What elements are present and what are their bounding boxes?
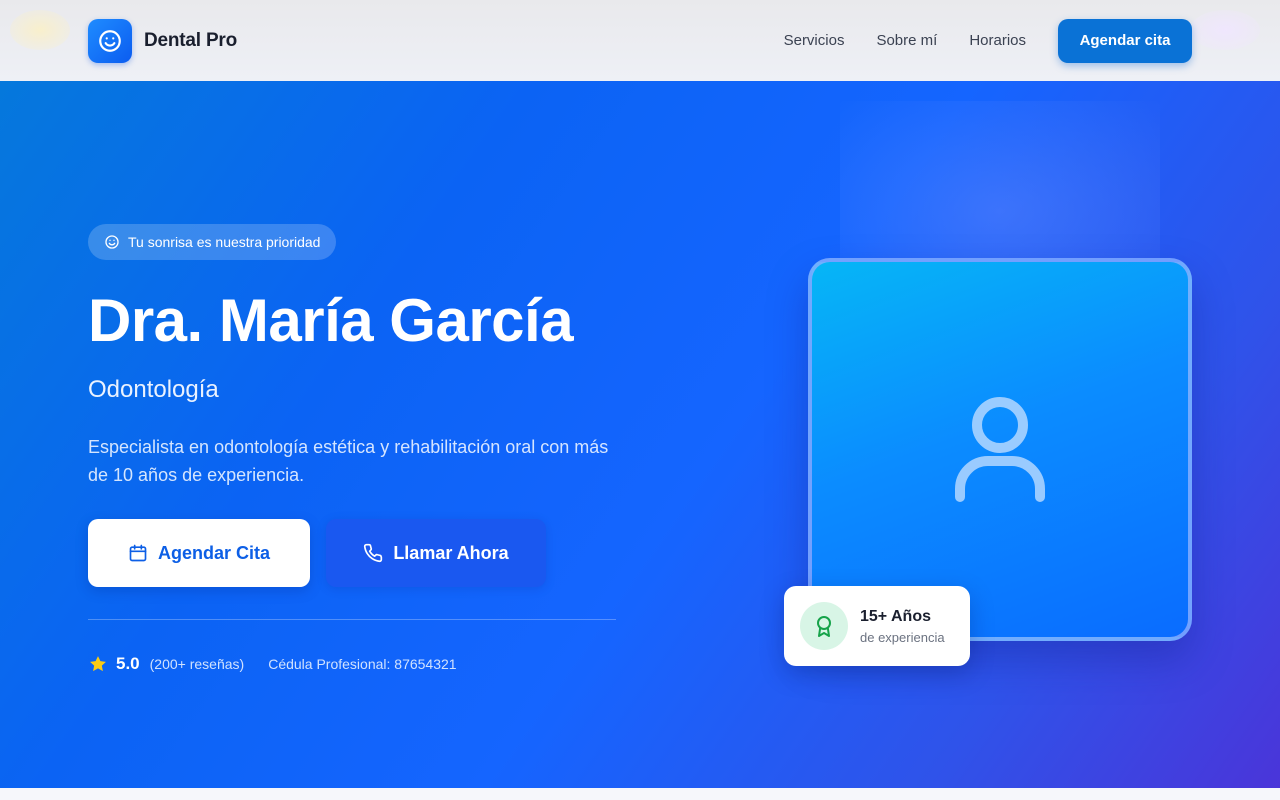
site-header: Dental Pro Servicios Sobre mí Horarios A… xyxy=(0,0,1280,81)
experience-subtitle: de experiencia xyxy=(860,629,945,645)
nav-link-horarios[interactable]: Horarios xyxy=(969,32,1026,49)
calendar-icon xyxy=(129,544,147,562)
header-glow-right xyxy=(1190,10,1260,50)
phone-icon xyxy=(364,543,383,563)
specialty: Odontología xyxy=(88,376,219,403)
agendar-cita-header-button[interactable]: Agendar cita xyxy=(1058,18,1192,63)
doctor-name: Dra. María García xyxy=(88,287,574,354)
brand-name: Dental Pro xyxy=(144,29,238,51)
rating-value: 5.0 xyxy=(116,654,140,673)
divider xyxy=(88,619,616,620)
page: Dental Pro Servicios Sobre mí Horarios A… xyxy=(0,0,1280,800)
llamar-ahora-button[interactable]: Llamar Ahora xyxy=(326,519,546,587)
tagline-text: Tu sonrisa es nuestra prioridad xyxy=(128,234,321,250)
nav-link-servicios[interactable]: Servicios xyxy=(784,32,845,49)
license-number: Cédula Profesional: 87654321 xyxy=(268,656,457,672)
description: Especialista en odontología estética y r… xyxy=(88,437,609,485)
page-bottom-strip xyxy=(0,788,1280,800)
nav-link-sobre-mi[interactable]: Sobre mí xyxy=(876,32,937,49)
star-icon xyxy=(90,656,106,672)
smile-icon xyxy=(105,235,119,249)
experience-card: 15+ Años de experiencia xyxy=(784,586,970,666)
user-icon xyxy=(955,396,1045,502)
main-nav: Servicios Sobre mí Horarios Agendar cita xyxy=(784,18,1192,63)
doctor-photo xyxy=(808,258,1192,641)
tagline-badge: Tu sonrisa es nuestra prioridad xyxy=(88,224,337,260)
award-icon xyxy=(800,602,848,650)
smile-icon xyxy=(88,18,132,63)
experience-title: 15+ Años xyxy=(860,607,931,625)
hero-section: Tu sonrisa es nuestra prioridad Dra. Mar… xyxy=(0,81,1280,788)
rating-row: 5.0 (200+ reseñas) Cédula Profesional: 8… xyxy=(88,652,457,676)
agendar-cita-button[interactable]: Agendar Cita xyxy=(88,519,310,587)
review-count: (200+ reseñas) xyxy=(149,656,245,672)
experience-text: 15+ Años de experiencia xyxy=(860,608,945,645)
llamar-ahora-label: Llamar Ahora xyxy=(393,542,509,563)
header-glow-left xyxy=(10,10,70,50)
agendar-cita-label: Agendar Cita xyxy=(157,542,271,563)
brand[interactable]: Dental Pro xyxy=(88,18,238,63)
